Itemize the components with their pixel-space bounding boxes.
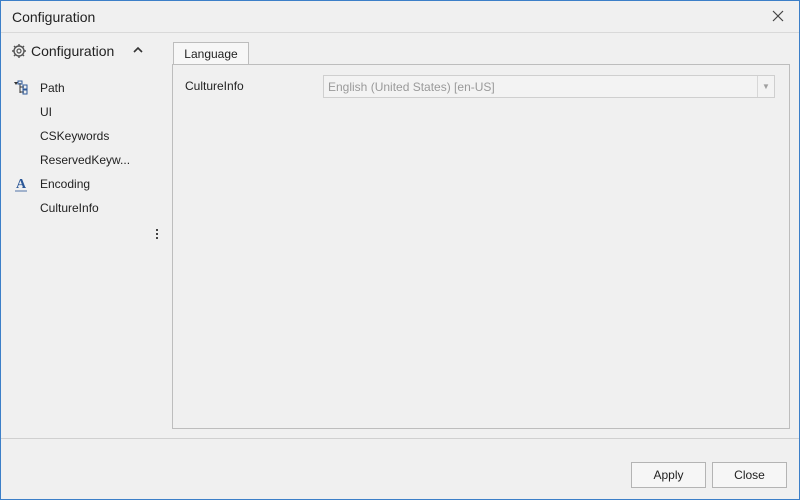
window-title: Configuration: [12, 9, 96, 25]
close-window-button[interactable]: [765, 5, 791, 27]
sidebar-item-label: ReservedKeyw...: [40, 153, 131, 167]
configuration-window: Configuration Configuration Path UI CSKe…: [0, 0, 800, 500]
language-panel: [172, 64, 790, 429]
gear-icon: [12, 44, 26, 58]
close-button[interactable]: Close: [712, 462, 787, 488]
cultureinfo-label: CultureInfo: [185, 79, 244, 93]
tree-icon: [14, 80, 28, 95]
sidebar: Configuration Path UI CSKeywords Reserve…: [1, 33, 171, 438]
cultureinfo-value: English (United States) [en-US]: [328, 80, 495, 94]
sidebar-item-label: Path: [40, 81, 65, 95]
sidebar-header-label: Configuration: [31, 43, 115, 59]
tab-language[interactable]: Language: [173, 42, 249, 65]
dropdown-arrow-icon[interactable]: ▼: [757, 76, 774, 97]
cultureinfo-select[interactable]: English (United States) [en-US] ▼: [323, 75, 775, 98]
sidebar-item-encoding[interactable]: A Encoding: [11, 174, 161, 194]
sidebar-item-ui[interactable]: UI: [11, 102, 161, 122]
sidebar-item-label: CSKeywords: [40, 129, 110, 143]
sidebar-item-label: Encoding: [40, 177, 91, 191]
svg-text:A: A: [16, 177, 27, 192]
sidebar-item-label: CultureInfo: [40, 201, 99, 215]
sidebar-item-cultureinfo[interactable]: CultureInfo: [11, 198, 161, 218]
sidebar-item-label: UI: [40, 105, 52, 119]
sidebar-item-path[interactable]: Path: [11, 78, 161, 98]
footer-divider: [1, 438, 799, 439]
font-icon: A: [15, 177, 27, 192]
sidebar-item-reservedkeywords[interactable]: ReservedKeyw...: [11, 150, 161, 170]
sidebar-header[interactable]: Configuration: [9, 41, 159, 63]
sidebar-item-cskeywords[interactable]: CSKeywords: [11, 126, 161, 146]
apply-button[interactable]: Apply: [631, 462, 706, 488]
close-icon: [772, 10, 784, 22]
chevron-up-icon[interactable]: [131, 43, 145, 57]
vertical-dots-icon[interactable]: [153, 227, 161, 245]
title-bar: Configuration: [1, 1, 799, 33]
